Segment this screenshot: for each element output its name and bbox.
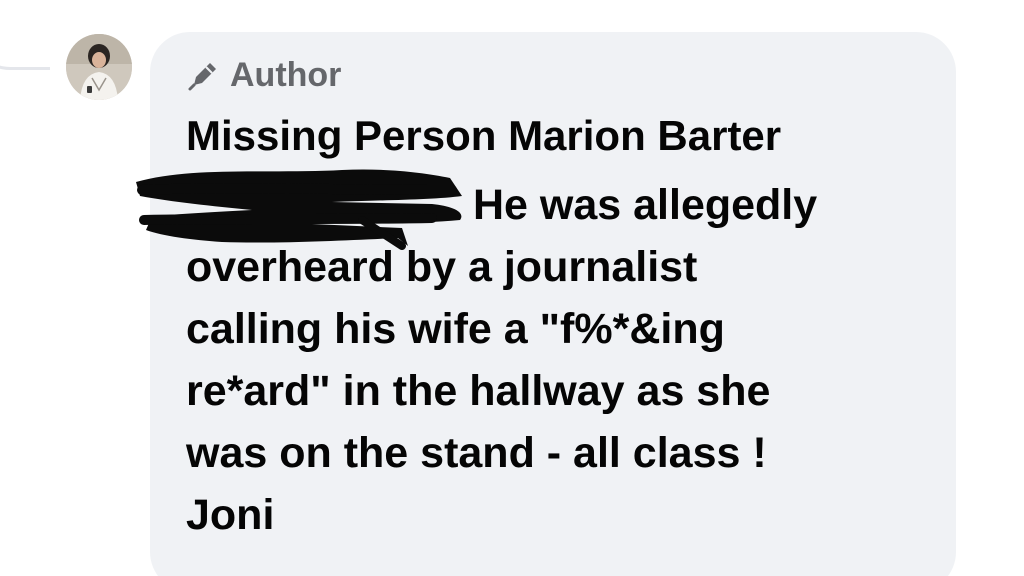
pen-icon <box>188 63 216 91</box>
comment-thread: Author Missing Person Marion Barter He w… <box>0 0 1024 576</box>
author-name[interactable]: Missing Person Marion Barter <box>186 112 781 160</box>
comment-line: was on the stand - all class ! <box>186 429 767 477</box>
comment-line: calling his wife a "f%*&ing <box>186 305 725 353</box>
comment-line: re*ard" in the hallway as she <box>186 367 771 415</box>
author-badge: Author <box>186 57 341 93</box>
avatar[interactable] <box>66 34 132 100</box>
avatar-image <box>66 34 132 100</box>
thread-connector-line <box>0 0 50 70</box>
redaction-scribble <box>136 169 462 250</box>
comment-line: Joni <box>186 491 275 539</box>
badge-label: Author <box>230 56 342 94</box>
